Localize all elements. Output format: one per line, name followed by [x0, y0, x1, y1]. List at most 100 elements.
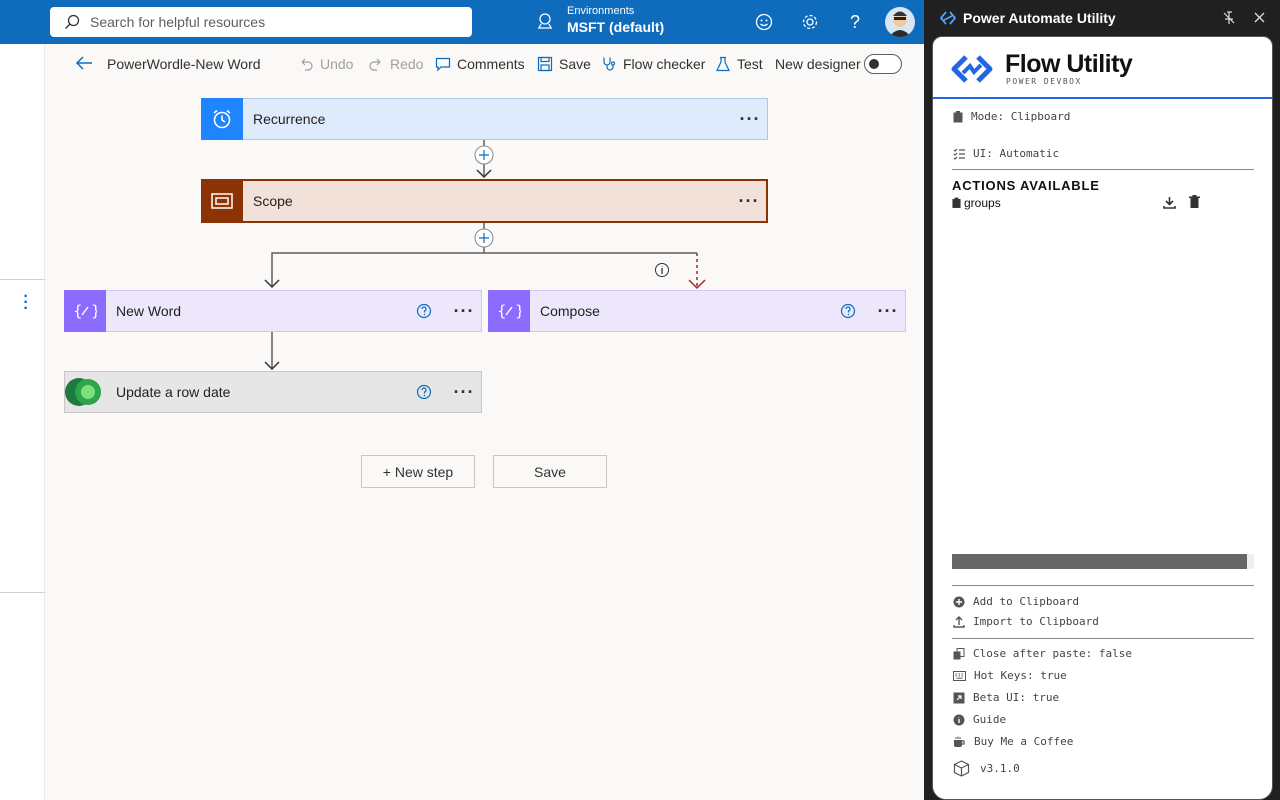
new-designer-toggle[interactable] — [864, 54, 902, 74]
undo-icon — [301, 58, 313, 71]
search-placeholder: Search for helpful resources — [90, 14, 266, 30]
comments-button[interactable]: Comments — [435, 56, 525, 72]
close-after-paste-label: Close after paste: false — [973, 647, 1132, 660]
flow-step-compose[interactable]: {} Compose ··· — [488, 290, 906, 332]
more-options-icon[interactable]: ··· — [447, 383, 481, 401]
left-nav-strip: · · · — [0, 44, 45, 800]
flow-checker-button[interactable]: Flow checker — [601, 56, 705, 72]
help-icon[interactable]: ? — [844, 11, 866, 33]
guide-label: Guide — [973, 713, 1007, 726]
guide-link[interactable]: Guide — [953, 713, 1006, 726]
help-circle-icon[interactable] — [837, 303, 859, 319]
undo-label: Undo — [320, 56, 354, 72]
undo-button[interactable]: Undo — [298, 56, 353, 72]
connector-arrow — [264, 332, 280, 370]
info-circle-icon — [953, 714, 965, 725]
stethoscope-icon — [603, 57, 616, 71]
smiley-icon[interactable] — [753, 11, 775, 33]
comments-label: Comments — [457, 56, 525, 72]
external-square-icon — [953, 692, 965, 703]
search-input[interactable]: Search for helpful resources — [50, 7, 472, 37]
upload-icon — [953, 615, 965, 628]
redo-button[interactable]: Redo — [368, 56, 423, 72]
test-button[interactable]: Test — [715, 56, 763, 72]
copy-icon — [953, 647, 965, 659]
help-circle-icon[interactable] — [413, 303, 435, 319]
toggle-knob — [869, 59, 879, 69]
svg-text:{: { — [73, 302, 83, 320]
command-bar: PowerWordle-New Word Undo Redo Comments … — [45, 44, 924, 84]
variable-icon: {} — [64, 290, 106, 332]
beta-ui-setting[interactable]: Beta UI: true — [953, 691, 1059, 704]
branch-connector — [264, 223, 706, 290]
search-icon — [65, 14, 80, 29]
horizontal-scrollbar[interactable] — [952, 554, 1254, 569]
redo-icon — [369, 58, 381, 71]
clipboard-icon — [952, 197, 961, 208]
extension-body: Flow Utility POWER DEVBOX Mode: Clipboar… — [932, 36, 1273, 800]
keyboard-icon — [953, 670, 966, 681]
plus-circle-icon — [953, 596, 965, 607]
help-circle-icon[interactable] — [413, 384, 435, 400]
cube-icon — [953, 760, 970, 777]
svg-text:}: } — [91, 302, 97, 320]
divider — [0, 592, 45, 593]
more-options-icon[interactable]: ··· — [871, 302, 905, 320]
back-button[interactable] — [75, 55, 93, 71]
flow-step-recurrence[interactable]: Recurrence ··· — [201, 98, 768, 140]
download-icon[interactable] — [1163, 196, 1176, 209]
svg-text:}: } — [515, 302, 521, 320]
save-button[interactable]: Save — [537, 56, 591, 72]
environment-value: MSFT (default) — [567, 19, 665, 35]
list-check-icon — [953, 148, 965, 160]
add-to-clipboard-button[interactable]: Add to Clipboard — [953, 595, 1079, 608]
extension-panel: Power Automate Utility Flow Utility POWE… — [924, 0, 1280, 800]
environment-picker[interactable]: Environments MSFT (default) — [567, 5, 664, 36]
save-label: Save — [559, 56, 591, 72]
brand-subtitle: POWER DEVBOX — [1006, 77, 1082, 86]
flow-step-update-row[interactable]: Update a row date ··· — [64, 371, 482, 413]
import-to-clipboard-button[interactable]: Import to Clipboard — [953, 615, 1099, 628]
close-after-paste-setting[interactable]: Close after paste: false — [953, 647, 1132, 660]
flow-utility-logo-icon — [951, 54, 993, 83]
flow-canvas: Recurrence ··· Scope ··· {} New Word — [45, 84, 924, 800]
flow-step-scope[interactable]: Scope ··· — [201, 179, 768, 223]
new-step-button[interactable]: + New step — [361, 455, 475, 488]
brand-name: Flow Utility — [1005, 50, 1133, 78]
version-info: v3.1.0 — [953, 760, 1020, 777]
divider — [952, 638, 1254, 639]
gear-icon[interactable] — [799, 11, 821, 33]
extension-titlebar: Power Automate Utility — [924, 0, 1280, 36]
flow-utility-logo-icon — [940, 11, 956, 25]
close-icon[interactable] — [1253, 11, 1266, 24]
buy-me-a-coffee-link[interactable]: Buy Me a Coffee — [953, 735, 1073, 748]
new-designer-label: New designer — [775, 56, 861, 72]
hot-keys-setting[interactable]: Hot Keys: true — [953, 669, 1067, 682]
avatar[interactable] — [885, 7, 915, 37]
flask-icon — [716, 56, 730, 72]
trash-icon[interactable] — [1189, 195, 1200, 208]
scrollbar-thumb[interactable] — [952, 554, 1247, 569]
alarm-clock-icon — [201, 98, 243, 140]
more-vertical-icon[interactable]: · · · — [20, 289, 32, 317]
brand: Flow Utility POWER DEVBOX — [950, 50, 1133, 86]
divider — [952, 169, 1254, 170]
connector-arrow — [474, 140, 494, 179]
hot-keys-label: Hot Keys: true — [974, 669, 1067, 682]
mode-setting[interactable]: Mode: Clipboard — [953, 110, 1070, 123]
ui-label: UI: Automatic — [973, 147, 1060, 160]
more-options-icon[interactable]: ··· — [447, 302, 481, 320]
scope-icon — [201, 180, 243, 222]
flow-step-new-word[interactable]: {} New Word ··· — [64, 290, 482, 332]
import-to-clipboard-label: Import to Clipboard — [973, 615, 1099, 628]
more-options-icon[interactable]: ··· — [732, 192, 766, 210]
ui-setting[interactable]: UI: Automatic — [953, 147, 1059, 160]
canvas-save-button[interactable]: Save — [493, 455, 607, 488]
environment-label: Environments — [567, 5, 635, 17]
pin-icon[interactable] — [1222, 11, 1236, 25]
beta-ui-label: Beta UI: true — [973, 691, 1060, 704]
redo-label: Redo — [390, 56, 424, 72]
coffee-icon — [954, 736, 965, 747]
environment-icon[interactable] — [536, 12, 554, 35]
more-options-icon[interactable]: ··· — [733, 110, 767, 128]
